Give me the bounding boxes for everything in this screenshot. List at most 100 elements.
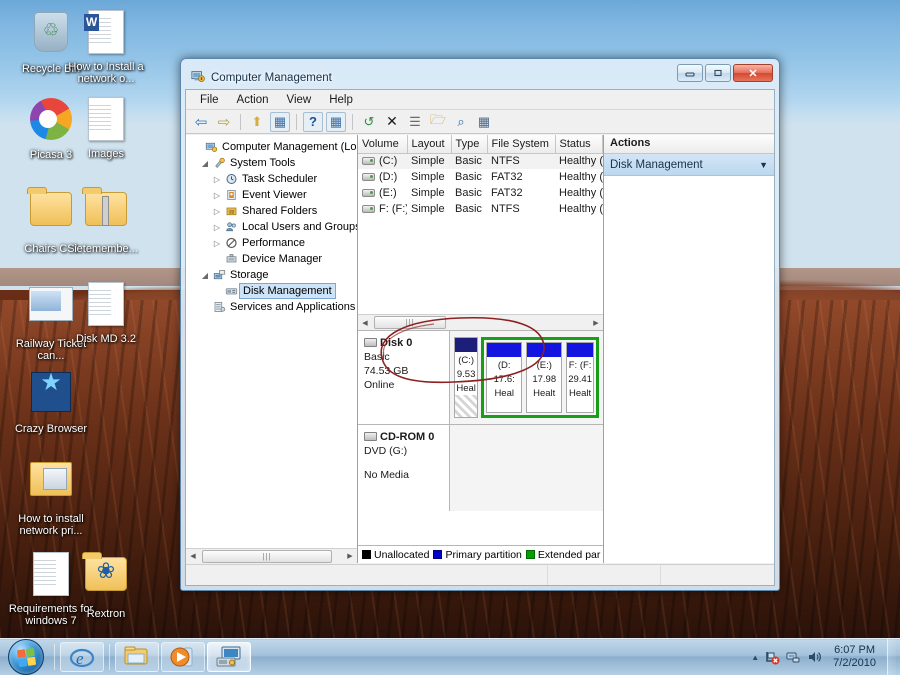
table-row[interactable]: F: (F:) Simple Basic NTFS Healthy (Log (358, 201, 603, 217)
desktop-icon-disk-md-32[interactable]: Disk MD 3.2 (63, 280, 149, 345)
menu-file[interactable]: File (192, 92, 227, 108)
partition-d[interactable]: (D: 17.6: Heal (486, 342, 523, 413)
delete-icon[interactable]: ✕ (382, 112, 402, 132)
back-icon[interactable]: ⇦ (191, 112, 211, 132)
show-hide-console-tree-icon[interactable]: ▦ (270, 111, 290, 132)
forward-icon[interactable]: ⇨ (214, 112, 234, 132)
up-one-level-icon[interactable]: ⬆ (247, 112, 267, 132)
tree-item-storage[interactable]: ◢ Storage (189, 267, 357, 283)
desktop-icon-label: Crazy Browser (14, 423, 88, 435)
tree-expander[interactable]: ◢ (199, 159, 211, 168)
disk-size: 74.53 GB (364, 365, 409, 377)
taskbar-item-computer-management[interactable] (207, 642, 251, 672)
refresh-icon[interactable]: ↺ (359, 112, 379, 132)
column-header-status[interactable]: Status (555, 135, 603, 154)
desktop-icon-crazy-browser[interactable]: Crazy Browser (8, 368, 94, 435)
tree-expander[interactable]: ▷ (211, 207, 223, 216)
text-document-icon (82, 282, 130, 330)
tree-item-services-and-applications[interactable]: Services and Applications (189, 299, 357, 315)
cell-status: Healthy (Sys (555, 153, 603, 169)
window-title-bar[interactable]: Computer Management ✕ (185, 63, 775, 89)
column-header-file-system[interactable]: File System (487, 135, 556, 154)
open-folder-icon[interactable]: 🗁 (428, 112, 448, 132)
close-button[interactable]: ✕ (733, 64, 773, 82)
show-hide-action-pane-icon[interactable]: ▦ (326, 111, 346, 132)
tree-item-label: Storage (230, 269, 269, 281)
tree-item-event-viewer[interactable]: ▷ Event Viewer (189, 187, 357, 203)
table-row[interactable]: (D:) Simple Basic FAT32 Healthy (Pag (358, 169, 603, 185)
desktop-icon-how-to-install-printer[interactable]: How to install network pri... (8, 455, 94, 537)
scroll-thumb[interactable]: ||| (202, 549, 332, 563)
network-icon[interactable] (785, 649, 801, 665)
tree-expander[interactable]: ▷ (211, 191, 223, 200)
tree-item-performance[interactable]: ▷ Performance (189, 235, 357, 251)
tree-item-label: Services and Applications (230, 301, 356, 313)
tree-item-disk-management[interactable]: Disk Management (189, 283, 357, 299)
legend-swatch-extended (525, 549, 535, 559)
scroll-thumb[interactable]: ||| (374, 316, 446, 329)
cell-volume: (C:) (358, 153, 407, 169)
taskbar-item-windows-media-player[interactable] (161, 642, 205, 672)
scroll-track[interactable]: ||| (200, 549, 343, 563)
show-hidden-icons-arrow-icon[interactable]: ▲ (751, 653, 759, 662)
tree-expander[interactable]: ▷ (211, 239, 223, 248)
table-row[interactable]: (C:) Simple Basic NTFS Healthy (Sys (358, 153, 603, 169)
column-header-layout[interactable]: Layout (407, 135, 452, 154)
tree-item-computer-management[interactable]: Computer Management (Local (189, 139, 357, 155)
cell-file-system: FAT32 (491, 187, 523, 199)
menu-action[interactable]: Action (229, 92, 277, 108)
tree-item-system-tools[interactable]: ◢ System Tools (189, 155, 357, 171)
taskbar-clock[interactable]: 6:07 PM 7/2/2010 (827, 644, 882, 670)
scroll-right-arrow-icon[interactable]: ▶ (589, 316, 603, 329)
table-row[interactable]: (E:) Simple Basic FAT32 Healthy (Log (358, 185, 603, 201)
cell-type: Basic (455, 171, 482, 183)
volume-list-horizontal-scrollbar[interactable]: ◀ ||| ▶ (358, 314, 603, 330)
tree-horizontal-scrollbar[interactable]: ◀ ||| ▶ (186, 548, 357, 563)
partition-e[interactable]: (E:) 17.98 Healt (526, 342, 563, 413)
scroll-track[interactable]: ||| (372, 316, 589, 329)
tree-expander[interactable]: ▷ (211, 175, 223, 184)
taskbar-item-internet-explorer[interactable]: e (60, 642, 104, 672)
menu-help[interactable]: Help (321, 92, 361, 108)
desktop-icon-ietemembe[interactable]: ietemembe... (63, 185, 149, 255)
properties-icon[interactable]: ☰ (405, 112, 425, 132)
cell-file-system: NTFS (487, 153, 555, 169)
column-header-volume[interactable]: Volume (358, 135, 408, 154)
chevron-down-icon[interactable]: ▼ (759, 160, 768, 170)
minimize-button[interactable] (677, 64, 703, 82)
actions-selected-item[interactable]: Disk Management ▼ (604, 154, 774, 176)
volume-icon (362, 205, 375, 214)
partition-f[interactable]: F: (F: 29.41 Healt (566, 342, 594, 413)
disk-row-disk0[interactable]: Disk 0 Basic 74.53 GB Online (C:) 9.53 H… (358, 331, 603, 425)
scroll-left-arrow-icon[interactable]: ◀ (186, 550, 200, 563)
maximize-button[interactable] (705, 64, 731, 82)
rescan-disks-icon[interactable]: ▦ (474, 112, 494, 132)
tree-expander[interactable]: ◢ (199, 271, 211, 280)
system-tools-icon (211, 156, 227, 170)
desktop-icon-how-to-install-network[interactable]: How to Install a network o... (63, 8, 149, 85)
desktop-icon-rextron[interactable]: Rextron (63, 550, 149, 620)
taskbar-item-windows-explorer[interactable] (115, 642, 159, 672)
tree-item-local-users-and-groups[interactable]: ▷ Local Users and Groups (189, 219, 357, 235)
desktop-icon-images[interactable]: Images (63, 95, 149, 160)
zoom-icon[interactable]: ⌕ (451, 112, 471, 132)
desktop-icon-label: How to Install a network o... (68, 61, 144, 85)
column-header-type[interactable]: Type (451, 135, 488, 154)
network-error-icon[interactable] (764, 649, 780, 665)
tree-expander[interactable]: ▷ (211, 223, 223, 232)
volume-icon[interactable] (806, 649, 822, 665)
menu-view[interactable]: View (279, 92, 320, 108)
show-desktop-button[interactable] (887, 638, 896, 675)
window-controls: ✕ (677, 64, 773, 82)
volume-list-container: Volume Layout Type File System Status (C… (358, 135, 603, 331)
help-icon[interactable]: ? (303, 111, 323, 132)
disk-row-cdrom0[interactable]: CD-ROM 0 DVD (G:) No Media (358, 425, 603, 511)
start-button[interactable] (2, 639, 50, 675)
tree-item-label: Computer Management (Local (222, 141, 358, 153)
tree-item-shared-folders[interactable]: ▷ 22 Shared Folders (189, 203, 357, 219)
tree-item-task-scheduler[interactable]: ▷ Task Scheduler (189, 171, 357, 187)
partition-c[interactable]: (C:) 9.53 Heal (454, 337, 479, 418)
scroll-left-arrow-icon[interactable]: ◀ (358, 316, 372, 329)
scroll-right-arrow-icon[interactable]: ▶ (343, 550, 357, 563)
tree-item-device-manager[interactable]: Device Manager (189, 251, 357, 267)
